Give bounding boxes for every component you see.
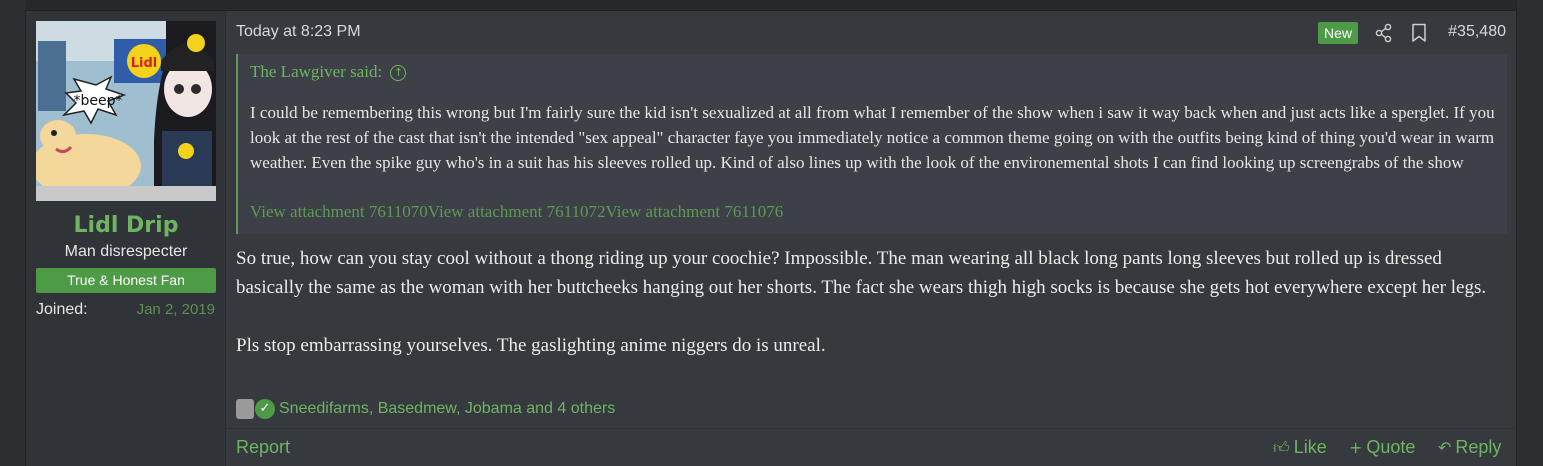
quote-author[interactable]: The Lawgiver said: (250, 62, 382, 81)
new-badge: New (1318, 22, 1359, 44)
quote-text: I could be remembering this wrong but I'… (250, 103, 1495, 172)
joined-label: Joined: (36, 301, 88, 318)
post-timestamp[interactable]: Today at 8:23 PM (236, 23, 361, 41)
quote-block: The Lawgiver said: ↑ I could be remember… (236, 54, 1507, 234)
quote-label: Quote (1366, 437, 1416, 457)
quote-button[interactable]: + Quote (1349, 437, 1415, 458)
forum-post: Lidl *beep* Lidl Drip Man disrespecter T… (25, 10, 1517, 466)
arrow-up-circle-icon[interactable]: ↑ (390, 65, 407, 81)
reply-button[interactable]: ↶ Reply (1438, 437, 1501, 458)
user-title: Man disrespecter (64, 243, 188, 260)
share-icon[interactable] (1375, 23, 1393, 43)
plus-icon: + (1349, 438, 1363, 457)
svg-text:*beep*: *beep* (74, 93, 123, 109)
user-badge: True & Honest Fan (36, 268, 216, 293)
quote-attachments-link[interactable]: View attachment 7611070View attachment 7… (250, 202, 783, 222)
reaction-users-link[interactable]: Sneedifarms, Basedmew, Jobama and 4 othe… (279, 400, 615, 418)
report-button[interactable]: Report (236, 437, 290, 458)
bookmark-icon[interactable] (1411, 23, 1427, 43)
page-gutter-right (1517, 0, 1543, 466)
dumpster-icon (236, 399, 254, 419)
reactions-bar[interactable]: ✓ Sneedifarms, Basedmew, Jobama and 4 ot… (236, 398, 615, 420)
joined-date: Jan 2, 2019 (136, 301, 215, 318)
post-paragraph: Pls stop embarrassing yourselves. The ga… (236, 335, 826, 356)
post-paragraph: So true, how can you stay cool without a… (236, 248, 1487, 298)
user-info-column: Lidl *beep* Lidl Drip Man disrespecter T… (26, 11, 226, 466)
quote-author-link[interactable]: The Lawgiver said: ↑ (250, 62, 407, 82)
post-number-link[interactable]: #35,480 (1448, 23, 1506, 41)
avatar[interactable]: Lidl *beep* (36, 21, 216, 201)
reply-label: Reply (1455, 437, 1502, 457)
page-gutter-left (0, 0, 26, 466)
thumbs-up-icon: 👍︎ (1273, 438, 1290, 457)
svg-text:Lidl: Lidl (131, 56, 158, 71)
reply-arrow-icon: ↶ (1438, 438, 1452, 457)
like-button[interactable]: 👍︎ Like (1273, 437, 1327, 458)
post-body: So true, how can you stay cool without a… (236, 244, 1511, 360)
post-main: Today at 8:23 PM New #35,480 The Lawgive… (226, 11, 1517, 466)
check-icon: ✓ (255, 399, 275, 419)
username[interactable]: Lidl Drip (26, 213, 226, 238)
avatar-image: Lidl *beep* (36, 21, 216, 201)
post-footer: Report 👍︎ Like + Quote ↶ Reply (226, 428, 1517, 466)
like-label: Like (1293, 437, 1327, 457)
